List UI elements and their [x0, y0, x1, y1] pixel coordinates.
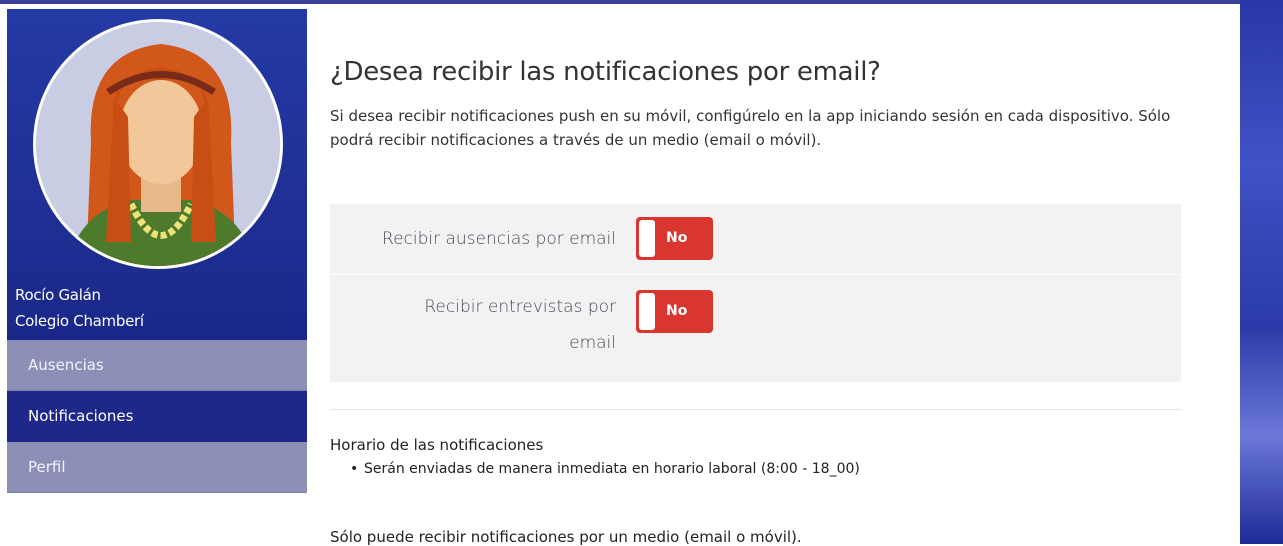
top-border: [0, 0, 1283, 4]
sidebar-nav: Ausencias Notificaciones Perfil: [7, 340, 307, 493]
profile-card: Rocío Galán Colegio Chamberí: [7, 9, 307, 340]
notification-settings: Recibir ausencias por email No Recibir e…: [330, 204, 1181, 382]
setting-row-entrevistas: Recibir entrevistas por email No: [330, 275, 1181, 382]
sidebar-item-notificaciones[interactable]: Notificaciones: [7, 391, 307, 442]
footnote: Sólo puede recibir notificaciones por un…: [330, 528, 802, 546]
toggle-state: No: [666, 230, 688, 246]
background-edge: [1240, 0, 1283, 544]
user-name: Rocío Galán: [15, 286, 101, 304]
setting-row-ausencias: Recibir ausencias por email No: [330, 204, 1181, 275]
bullet-icon: •: [350, 461, 359, 477]
setting-label: Recibir ausencias por email: [382, 229, 616, 249]
avatar-illustration: [36, 22, 280, 266]
toggle-state: No: [666, 303, 688, 319]
divider: [330, 409, 1181, 410]
sidebar-item-ausencias[interactable]: Ausencias: [7, 340, 307, 391]
ausencias-email-toggle[interactable]: No: [636, 217, 713, 260]
page-title: ¿Desea recibir las notificaciones por em…: [330, 57, 881, 87]
toggle-knob: [639, 220, 655, 257]
toggle-knob: [639, 293, 655, 330]
intro-text: Si desea recibir notificaciones push en …: [330, 107, 1171, 149]
entrevistas-email-toggle[interactable]: No: [636, 290, 713, 333]
schedule-list: • Serán enviadas de manera inmediata en h…: [350, 461, 860, 477]
sidebar: Rocío Galán Colegio Chamberí Ausencias N…: [7, 9, 307, 493]
schedule-title: Horario de las notificaciones: [330, 436, 544, 454]
avatar[interactable]: [33, 19, 283, 269]
setting-label: Recibir entrevistas por email: [424, 297, 616, 353]
schedule-item-text: Serán enviadas de manera inmediata en ho…: [364, 461, 860, 477]
user-school: Colegio Chamberí: [15, 312, 144, 330]
sidebar-item-perfil[interactable]: Perfil: [7, 442, 307, 493]
list-item: • Serán enviadas de manera inmediata en h…: [350, 461, 860, 477]
